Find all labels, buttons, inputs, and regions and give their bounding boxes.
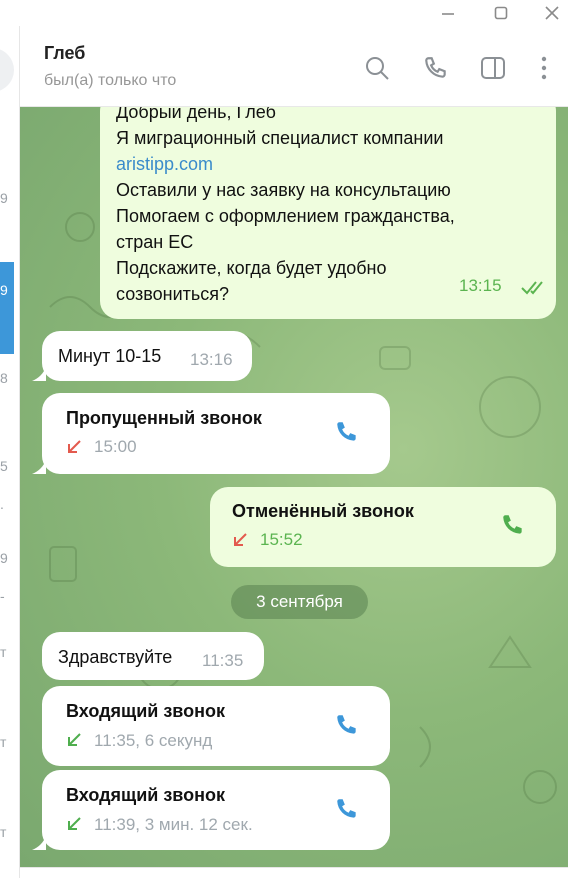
missed-call-arrow-icon <box>68 440 81 453</box>
chat-list-item-fragment[interactable]: т <box>0 644 6 660</box>
call-time: 11:39, 3 мин. 12 сек. <box>94 815 253 834</box>
chat-header: Глеб был(а) только что <box>20 26 568 107</box>
date-separator: 3 сентября <box>231 585 368 619</box>
phone-icon[interactable] <box>420 52 452 84</box>
call-time: 15:52 <box>260 530 303 549</box>
chat-list-item-fragment[interactable]: 9 <box>0 282 8 298</box>
outgoing-message[interactable]: Добрый день, Глеб Я миграционный специал… <box>100 107 556 319</box>
chat-list-item-fragment[interactable]: 9 <box>0 550 8 566</box>
avatar[interactable] <box>0 48 14 92</box>
message-line: стран ЕС <box>116 232 194 252</box>
active-chat-highlight[interactable] <box>0 262 14 354</box>
chat-list-item-fragment[interactable]: 8 <box>0 370 8 386</box>
missed-call-message[interactable]: Пропущенный звонок 15:00 <box>42 393 390 474</box>
call-title: Входящий звонок <box>66 701 225 721</box>
chat-list-item-fragment[interactable]: 9 <box>0 190 8 206</box>
cancelled-call-arrow-icon <box>234 533 247 546</box>
chat-list-item-fragment[interactable]: . <box>0 496 4 512</box>
maximize-icon[interactable] <box>481 0 521 26</box>
incoming-call-arrow-icon <box>68 733 81 746</box>
close-icon[interactable] <box>532 0 568 26</box>
incoming-call-message[interactable]: Входящий звонок 11:39, 3 мин. 12 сек. <box>42 770 390 850</box>
window-titlebar <box>0 0 568 26</box>
message-text: Здравствуйте <box>58 647 173 667</box>
call-back-icon[interactable] <box>496 508 530 542</box>
message-time: 11:35 <box>202 651 244 670</box>
message-time: 13:15 <box>459 276 502 295</box>
call-time: 11:35, 6 секунд <box>94 731 213 750</box>
message-line: Помогаем с оформлением гражданства, <box>116 206 455 226</box>
call-time: 15:00 <box>94 437 137 456</box>
chat-list-item-fragment[interactable]: 5 <box>0 458 8 474</box>
minimize-icon[interactable] <box>428 0 468 26</box>
message-time: 13:16 <box>190 350 233 369</box>
incoming-call-arrow-icon <box>68 817 81 830</box>
chat-area[interactable]: Добрый день, Глеб Я миграционный специал… <box>20 107 568 867</box>
peer-status: был(а) только что <box>44 72 177 89</box>
incoming-message[interactable]: Минут 10-15 13:16 <box>42 331 252 381</box>
bubble-tail <box>32 367 46 381</box>
call-back-icon[interactable] <box>330 415 364 449</box>
call-title: Входящий звонок <box>66 785 225 805</box>
call-back-icon[interactable] <box>330 708 364 742</box>
message-text: Минут 10-15 <box>58 346 162 366</box>
sidebar-toggle-icon[interactable] <box>477 52 509 84</box>
chat-list-item-fragment[interactable]: т <box>0 824 6 840</box>
message-line: Я миграционный специалист компании <box>116 128 444 148</box>
bubble-tail <box>32 836 46 850</box>
message-line: Оставили у нас заявку на консультацию <box>116 180 451 200</box>
peer-name[interactable]: Глеб <box>44 43 85 64</box>
more-icon[interactable] <box>528 52 560 84</box>
search-icon[interactable] <box>361 52 393 84</box>
call-back-icon[interactable] <box>330 792 364 826</box>
call-title: Пропущенный звонок <box>66 408 262 428</box>
incoming-message[interactable]: Здравствуйте 11:35 <box>42 632 264 680</box>
call-title: Отменённый звонок <box>232 501 414 521</box>
message-link[interactable]: aristipp.com <box>116 151 546 177</box>
incoming-call-message[interactable]: Входящий звонок 11:35, 6 секунд <box>42 686 390 766</box>
chat-list-sidebar: 9 9 8 5 . 9 - т т т <box>0 26 20 878</box>
read-checkmarks-icon <box>521 281 543 295</box>
message-line: Добрый день, Глеб <box>116 107 276 122</box>
cancelled-call-message[interactable]: Отменённый звонок 15:52 <box>210 487 556 567</box>
bubble-tail <box>32 460 46 474</box>
chat-list-item-fragment[interactable]: т <box>0 734 6 750</box>
chat-list-item-fragment[interactable]: - <box>0 588 5 604</box>
composer-area[interactable] <box>20 867 568 879</box>
